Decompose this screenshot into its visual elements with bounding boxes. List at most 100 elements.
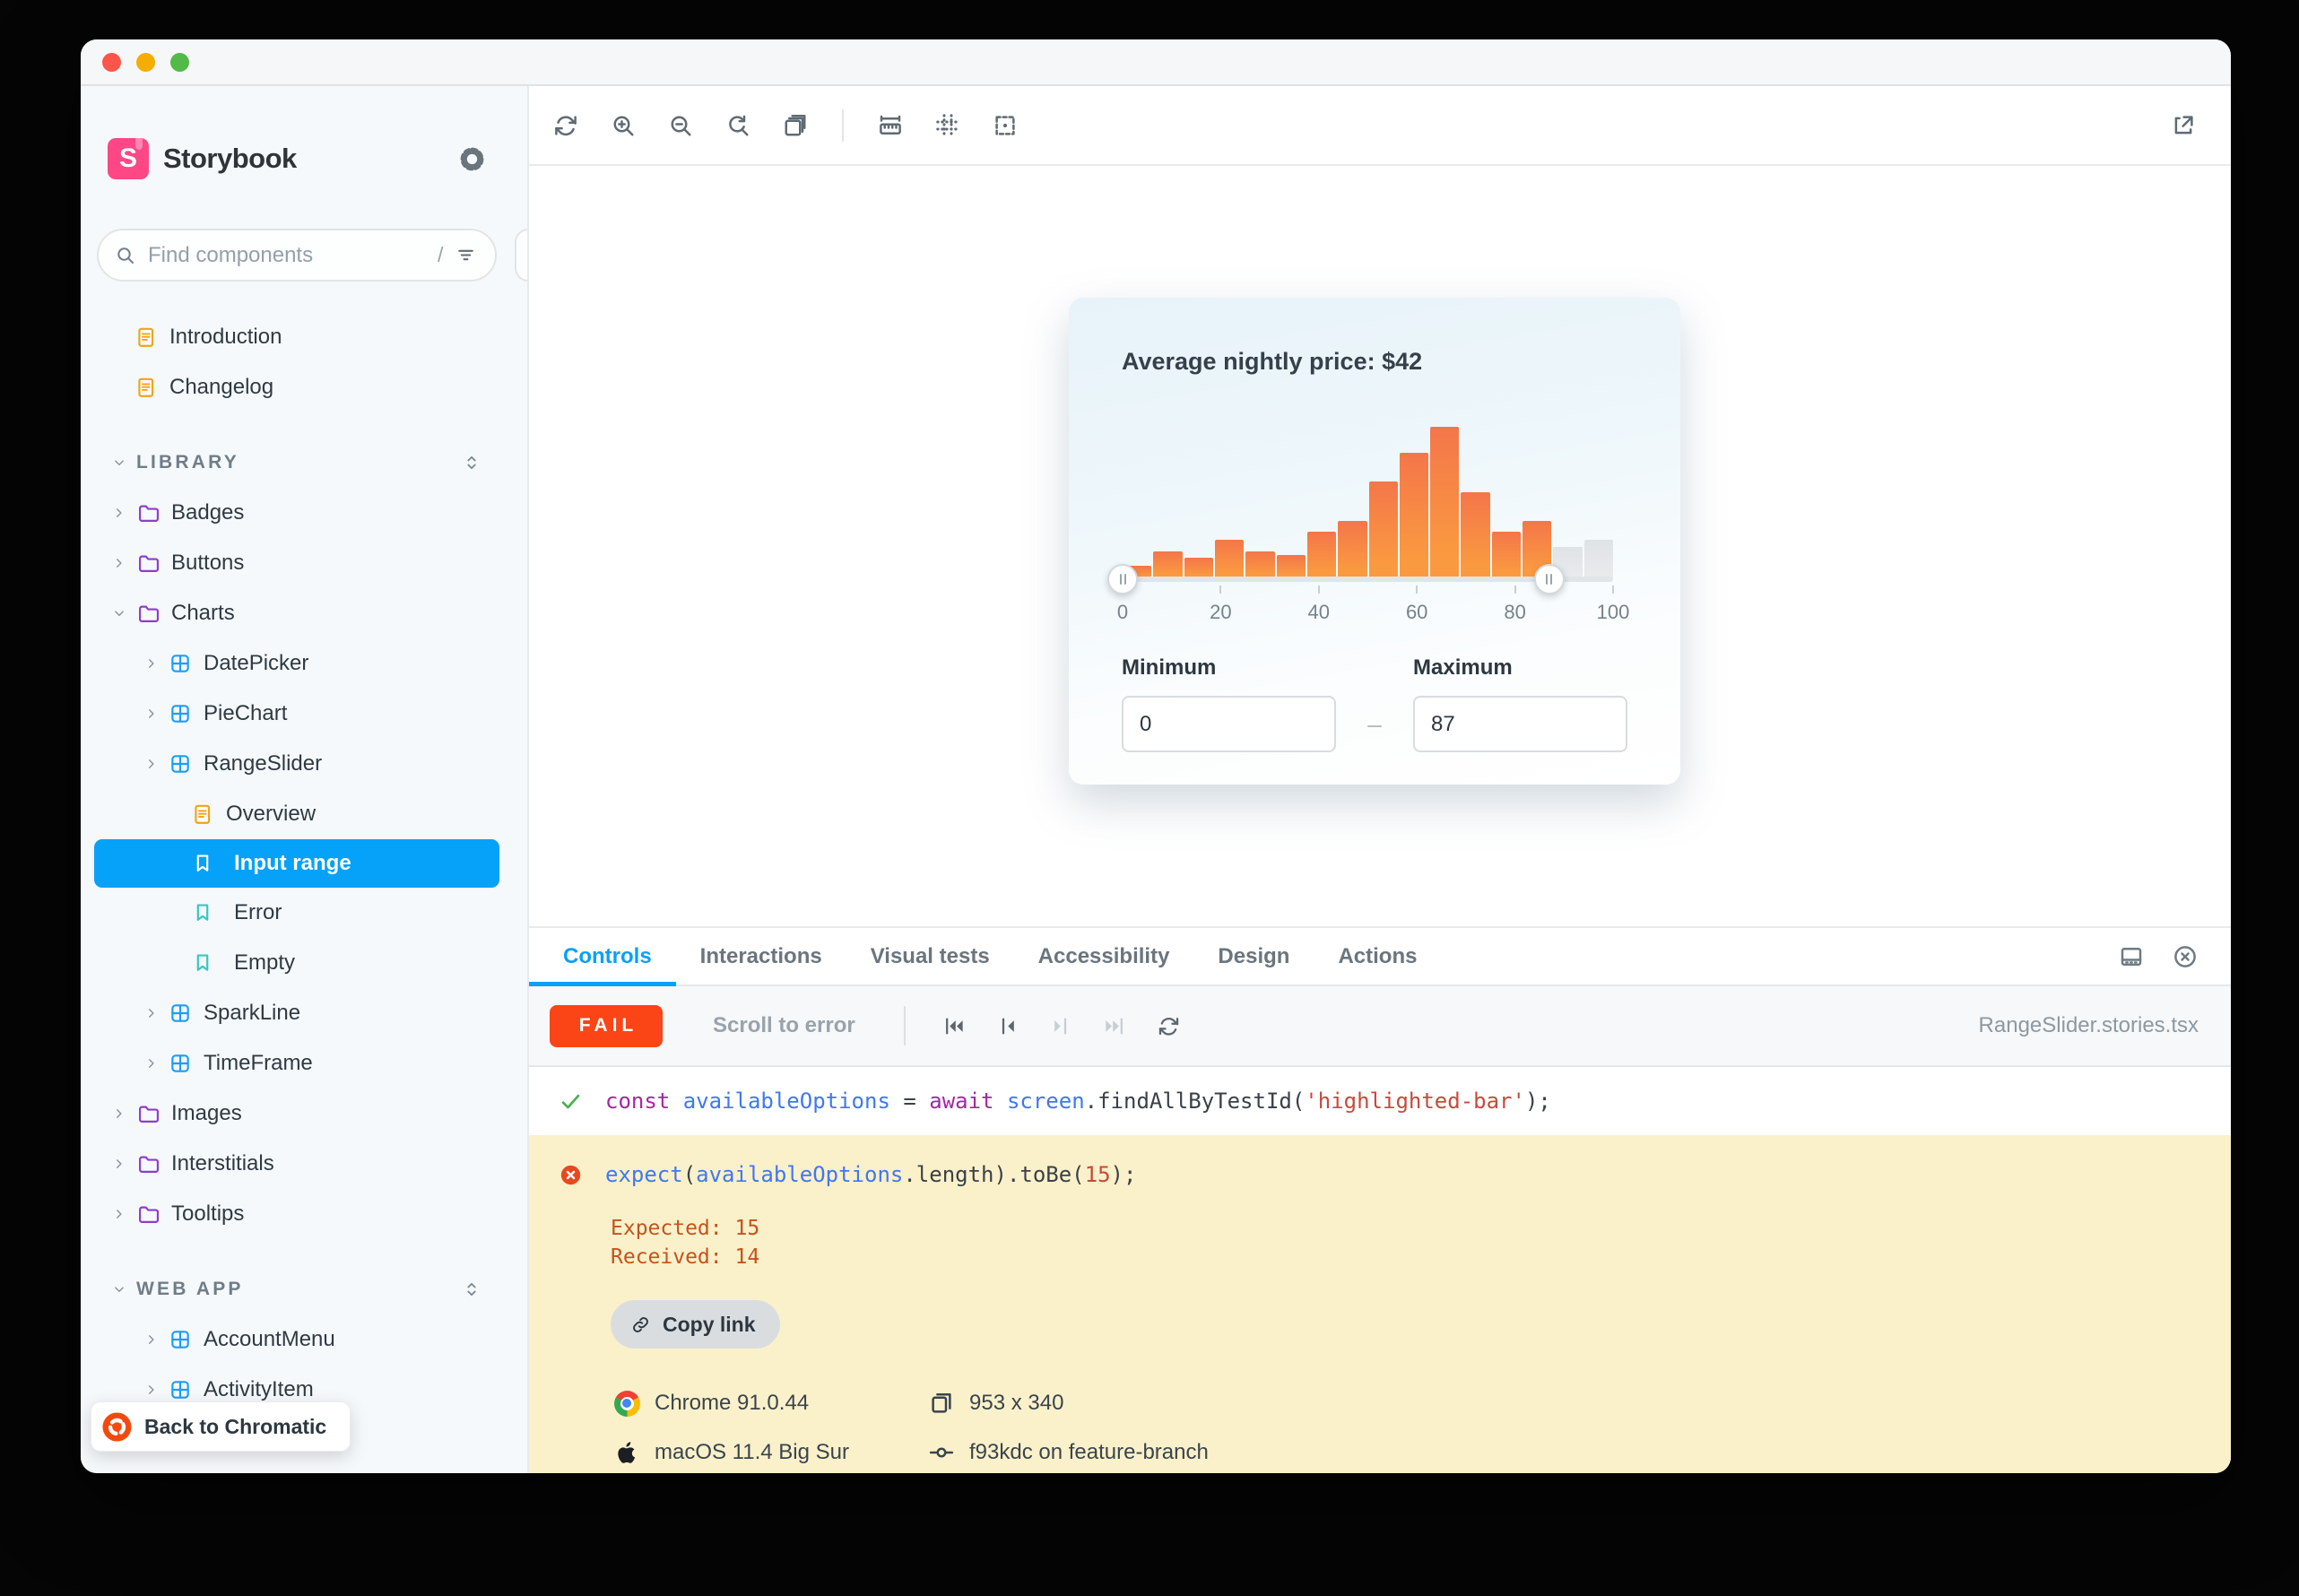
search-box[interactable]: / <box>97 229 497 282</box>
skip-start-icon[interactable] <box>941 1014 966 1038</box>
axis-tick-label: 80 <box>1488 601 1542 624</box>
panel-position-icon[interactable] <box>2118 943 2145 970</box>
price-histogram: 020406080100 <box>1069 298 1680 638</box>
zoom-in-icon[interactable] <box>610 112 637 139</box>
chevron-right-icon[interactable] <box>111 1106 127 1122</box>
chevron-right-icon[interactable] <box>143 1055 160 1071</box>
chevron-down-icon[interactable] <box>111 605 127 621</box>
sidebar-item-tooltips[interactable]: Tooltips <box>81 1189 527 1239</box>
minimum-field: Minimum <box>1122 655 1336 752</box>
tab-design[interactable]: Design <box>1193 928 1314 984</box>
sidebar-item-overview[interactable]: Overview <box>81 789 527 839</box>
sidebar-item-buttons[interactable]: Buttons <box>81 538 527 588</box>
component-icon <box>169 1002 192 1025</box>
open-canvas-in-new-tab-icon[interactable] <box>2170 112 2197 139</box>
chevron-right-icon[interactable] <box>143 706 160 722</box>
filter-icon[interactable] <box>455 244 477 266</box>
sidebar-item-sparkline[interactable]: SparkLine <box>81 988 527 1038</box>
sidebar-item-badges[interactable]: Badges <box>81 488 527 538</box>
link-icon <box>630 1314 651 1335</box>
chevron-right-icon[interactable] <box>143 756 160 772</box>
histogram-bar-highlighted <box>1492 532 1521 579</box>
addon-tabs: ControlsInteractionsVisual testsAccessib… <box>529 928 2231 986</box>
sidebar-item-error[interactable]: Error <box>81 888 527 938</box>
histogram-bar-muted <box>1584 540 1613 579</box>
search-input[interactable] <box>148 243 426 268</box>
slider-handle-max[interactable] <box>1534 564 1565 594</box>
restart-icon[interactable] <box>1157 1014 1181 1038</box>
env-label: 953 x 340 <box>969 1391 1063 1416</box>
sidebar-item-accountmenu[interactable]: AccountMenu <box>81 1314 527 1365</box>
chevron-right-icon[interactable] <box>111 505 127 521</box>
histogram-bar-highlighted <box>1215 540 1244 579</box>
sidebar-item-timeframe[interactable]: TimeFrame <box>81 1038 527 1089</box>
axis-tick-label: 100 <box>1586 601 1640 624</box>
collapse-expand-icon[interactable] <box>462 1279 481 1299</box>
sidebar-item-datepicker[interactable]: DatePicker <box>81 638 527 689</box>
sidebar-item-label: Tooltips <box>171 1201 244 1227</box>
sidebar-item-images[interactable]: Images <box>81 1089 527 1139</box>
add-story-button[interactable] <box>515 229 529 282</box>
close-panel-icon[interactable] <box>2172 943 2199 970</box>
search-row: / <box>81 179 527 282</box>
zoom-reset-icon[interactable] <box>724 112 751 139</box>
gear-icon[interactable] <box>458 145 486 173</box>
environment-info: Chrome 91.0.44 953 x 340 macOS 11.4 Big Su… <box>613 1390 2195 1466</box>
step-forward-icon <box>1049 1014 1073 1038</box>
ruler-icon[interactable] <box>877 112 904 139</box>
tab-accessibility[interactable]: Accessibility <box>1014 928 1194 984</box>
sync-icon[interactable] <box>552 112 579 139</box>
slider-handle-min[interactable] <box>1107 564 1138 594</box>
chevron-right-icon[interactable] <box>143 1382 160 1398</box>
env-macos-11-4-big-sur: macOS 11.4 Big Sur <box>613 1439 928 1466</box>
component-tree: IntroductionChangelog LIBRARYBadgesButton… <box>81 312 527 1465</box>
bookmark-icon <box>191 852 214 875</box>
sidebar-section-library[interactable]: LIBRARY <box>81 438 527 488</box>
sidebar-item-introduction[interactable]: Introduction <box>81 312 527 362</box>
tab-visual-tests[interactable]: Visual tests <box>846 928 1014 984</box>
sidebar-item-label: ActivityItem <box>204 1377 314 1402</box>
collapse-expand-icon[interactable] <box>462 453 481 473</box>
code-token: expect <box>605 1162 683 1187</box>
axis-tick-label: 0 <box>1096 601 1150 624</box>
chevron-right-icon[interactable] <box>143 655 160 672</box>
chevron-down-icon[interactable] <box>111 455 127 471</box>
copy-link-button[interactable]: Copy link <box>611 1300 780 1349</box>
maximum-input[interactable] <box>1413 696 1627 752</box>
window-close-button[interactable] <box>102 53 121 72</box>
histogram-bar-highlighted <box>1277 555 1306 579</box>
tab-actions[interactable]: Actions <box>1314 928 1441 984</box>
zoom-out-icon[interactable] <box>667 112 694 139</box>
chevron-right-icon[interactable] <box>143 1331 160 1348</box>
sidebar-item-changelog[interactable]: Changelog <box>81 362 527 412</box>
sidebar-item-rangeslider[interactable]: RangeSlider <box>81 739 527 789</box>
folder-icon <box>136 1202 160 1226</box>
histogram-bar-highlighted <box>1400 453 1428 579</box>
grid-icon[interactable] <box>934 112 961 139</box>
failed-step-code: expect(availableOptions.length).toBe(15)… <box>605 1162 1136 1187</box>
chevron-right-icon[interactable] <box>143 1005 160 1021</box>
back-to-chromatic-button[interactable]: Back to Chromatic <box>91 1401 351 1452</box>
tab-controls[interactable]: Controls <box>529 928 676 984</box>
window-zoom-button[interactable] <box>170 53 189 72</box>
sidebar-item-piechart[interactable]: PieChart <box>81 689 527 739</box>
outline-icon[interactable] <box>992 112 1019 139</box>
env-label: macOS 11.4 Big Sur <box>655 1440 849 1465</box>
sidebar-item-interstitials[interactable]: Interstitials <box>81 1139 527 1189</box>
tab-interactions[interactable]: Interactions <box>676 928 846 984</box>
layers-icon[interactable] <box>782 112 809 139</box>
sidebar-item-input-range[interactable]: Input range <box>94 839 499 888</box>
env-label: Chrome 91.0.44 <box>655 1391 809 1416</box>
sidebar-item-empty[interactable]: Empty <box>81 938 527 988</box>
brand-title: Storybook <box>163 143 297 175</box>
chevron-right-icon[interactable] <box>111 555 127 571</box>
chevron-right-icon[interactable] <box>111 1206 127 1222</box>
sidebar-item-charts[interactable]: Charts <box>81 588 527 638</box>
scroll-to-error-button[interactable]: Scroll to error <box>713 1013 855 1038</box>
chevron-down-icon[interactable] <box>111 1281 127 1297</box>
window-minimize-button[interactable] <box>136 53 155 72</box>
chevron-right-icon[interactable] <box>111 1156 127 1172</box>
sidebar-section-web-app[interactable]: WEB APP <box>81 1264 527 1314</box>
step-back-icon[interactable] <box>995 1014 1019 1038</box>
minimum-input[interactable] <box>1122 696 1336 752</box>
